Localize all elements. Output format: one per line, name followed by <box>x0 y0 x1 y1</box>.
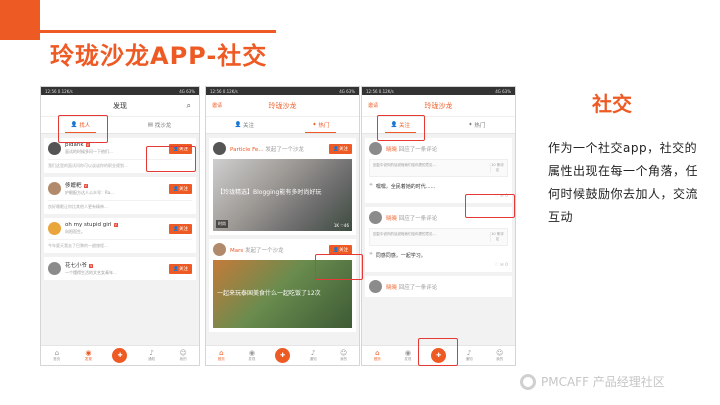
follow-button[interactable]: 👤关注 <box>169 263 192 274</box>
nav-home[interactable]: ⌂ 首页 <box>362 346 393 365</box>
follow-button[interactable]: 👤关注 <box>329 143 352 154</box>
nav-me[interactable]: ☺ 我的 <box>484 346 515 365</box>
like-comment-actions[interactable]: ♡ ✉ 0 <box>369 263 508 268</box>
verified-badge: V <box>113 222 118 227</box>
activity-card[interactable]: 晓晓 回应了一条评论 <box>365 276 512 297</box>
bottom-nav: ⌂ 首页 ◉ 发现 ✚ ♪ 通知 ☺ 我的 <box>206 345 359 365</box>
user-icon: 👤 <box>234 122 242 128</box>
person-icon: ☺ <box>179 349 187 357</box>
nav-home[interactable]: ⌂ 首页 <box>206 346 237 365</box>
slide-title: 玲珑沙龙APP-社交 <box>50 42 268 70</box>
tab-following[interactable]: 👤 关注 <box>206 117 283 133</box>
header: 邀请 玲珑沙龙 <box>362 95 515 117</box>
highlight-following-tab <box>377 115 425 141</box>
header: 发现 ⌕ <box>41 95 199 117</box>
avatar[interactable] <box>369 142 382 155</box>
verified-badge: V <box>89 263 94 268</box>
status-bar: 12:56 0.12K/s 4G 63% <box>41 87 199 95</box>
tab-hot[interactable]: ✦ 热门 <box>283 117 360 133</box>
avatar[interactable] <box>48 182 61 195</box>
bell-icon: ♪ <box>310 349 316 357</box>
page-title: 发现 <box>113 101 127 110</box>
highlight-follow-button <box>146 146 196 172</box>
avatar[interactable] <box>48 222 61 235</box>
nav-notify[interactable]: ♪ 通知 <box>136 346 168 365</box>
home-icon: ⌂ <box>54 349 60 357</box>
invite-link[interactable]: 邀请 <box>368 102 378 109</box>
bell-icon: ♪ <box>466 349 472 357</box>
nav-me[interactable]: ☺ 我的 <box>328 346 359 365</box>
pmcaff-logo: PMCAFF 产品经理社区 <box>520 373 665 390</box>
highlight-find-people-tab <box>58 115 108 143</box>
highlight-follow-button <box>315 254 363 280</box>
post-image[interactable]: 【玲珑精选】Blogging能有多时尚好玩 时尚 1K ♡46 <box>213 159 352 231</box>
avatar[interactable] <box>369 280 382 293</box>
compass-icon: ◉ <box>248 349 255 357</box>
corner-block <box>0 0 40 40</box>
flame-icon: ✦ <box>468 122 473 128</box>
bottom-nav: ⌂ 首页 ◉ 发现 ✚ ♪ 通知 ☺ 我的 <box>41 345 199 365</box>
nav-discover[interactable]: ◉ 发现 <box>73 346 105 365</box>
post-card[interactable]: Mars 发起了一个沙龙 👤关注 一起来玩泰国美食什么一起吃饭了12次 <box>209 239 356 332</box>
compass-icon: ◉ <box>404 349 411 357</box>
verified-badge: V <box>83 183 88 188</box>
avatar[interactable] <box>48 142 61 155</box>
home-icon: ⌂ <box>219 349 224 357</box>
highlight-create-button <box>418 338 458 366</box>
phone-feed-hot: 12:56 0.12K/s 4G 63% 邀请 玲珑沙龙 👤 关注 ✦ 热门 Pa… <box>205 86 360 366</box>
avatar[interactable] <box>213 243 226 256</box>
tab-find-salon[interactable]: ▤ 找沙龙 <box>120 117 199 133</box>
nav-home[interactable]: ⌂ 首页 <box>41 346 73 365</box>
quoted-post[interactable]: 回复中说你的话说啥我们给你提的意见... 10 条评论 <box>369 228 508 246</box>
nav-create[interactable]: ✚ <box>267 346 298 365</box>
post-card[interactable]: Particle Fe... 发起了一个沙龙 👤关注 【玲珑精选】Bloggin… <box>209 138 356 235</box>
nav-notify[interactable]: ♪ 通知 <box>298 346 329 365</box>
tab-hot[interactable]: ✦ 热门 <box>439 117 516 133</box>
avatar[interactable] <box>213 142 226 155</box>
create-icon: ✚ <box>112 348 128 363</box>
nav-me[interactable]: ☺ 我的 <box>167 346 199 365</box>
bell-icon: ♪ <box>149 349 154 357</box>
tab-bar: 👤 关注 ✦ 热门 <box>206 117 359 134</box>
title-rule <box>40 30 276 33</box>
flame-icon: ✦ <box>312 122 317 128</box>
logo-ring-icon <box>520 373 536 390</box>
section-description: 作为一个社交app，社交的属性出现在每一个角落，任何时候鼓励你去加人，交流互动 <box>548 141 699 224</box>
quote-icon: ❝ <box>369 182 373 190</box>
list-item[interactable]: 花七小爷 V 一个懂得生活的文艺女青年... 👤关注 <box>44 257 196 280</box>
list-item[interactable]: 侈嬷粑 V 护眼配方达人公众号：Ra... 👤关注 良好睡眠让你比其他人更有精神.… <box>44 177 196 214</box>
home-icon: ⌂ <box>375 349 380 357</box>
nav-notify[interactable]: ♪ 通知 <box>454 346 485 365</box>
header: 邀请 玲珑沙龙 <box>206 95 359 117</box>
create-icon: ✚ <box>274 348 290 363</box>
highlight-actions <box>465 194 515 218</box>
follow-button[interactable]: 👤关注 <box>329 244 352 255</box>
status-bar: 12:56 0.12K/s 4G 63% <box>206 87 359 95</box>
quoted-post[interactable]: 回复中说你的话说啥我们给你提的意见... 10 条评论 <box>369 159 508 177</box>
person-icon: ☺ <box>496 349 504 357</box>
compass-icon: ◉ <box>85 349 92 357</box>
status-bar: 12:56 0.12K/s 4G 63% <box>362 87 515 95</box>
follow-button[interactable]: 👤关注 <box>169 223 192 234</box>
invite-link[interactable]: 邀请 <box>212 102 222 109</box>
section-title: 社交 <box>592 92 632 116</box>
list-item[interactable]: oh my stupid girl V 向阳而生。 👤关注 今年夏天我去了巴黎的一… <box>44 218 196 253</box>
verified-badge: V <box>85 142 90 147</box>
person-icon: ☺ <box>340 349 348 357</box>
avatar[interactable] <box>48 262 61 275</box>
list-icon: ▤ <box>147 122 153 128</box>
nav-create[interactable]: ✚ <box>104 346 136 365</box>
page-title: 玲珑沙龙 <box>424 101 453 110</box>
avatar[interactable] <box>369 211 382 224</box>
nav-discover[interactable]: ◉ 发现 <box>237 346 268 365</box>
search-icon[interactable]: ⌕ <box>187 101 191 111</box>
quote-icon: ❝ <box>369 251 373 259</box>
page-title: 玲珑沙龙 <box>268 101 297 110</box>
follow-button[interactable]: 👤关注 <box>169 183 192 194</box>
